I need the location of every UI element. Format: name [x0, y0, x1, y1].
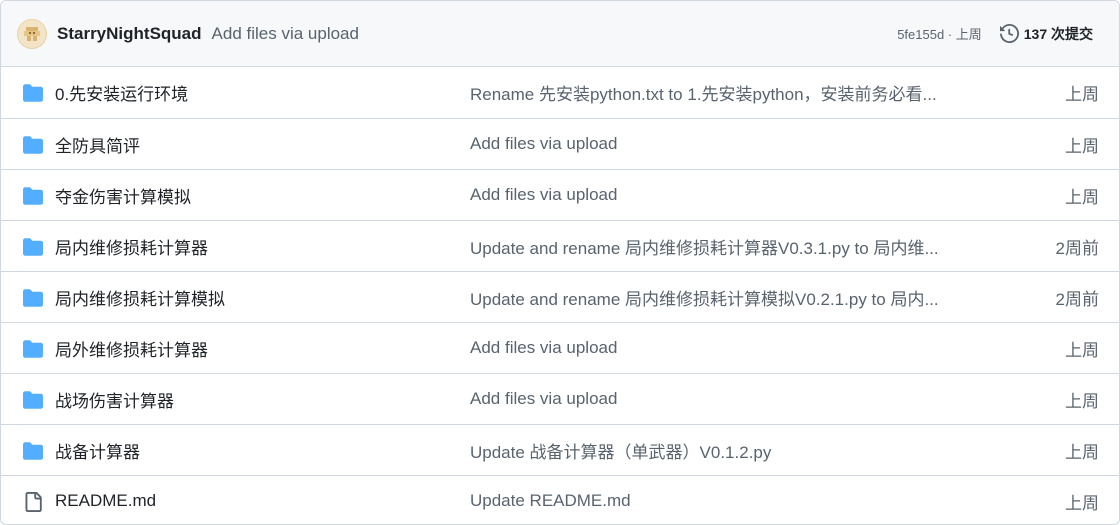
commit-message-link[interactable]: Add files via upload	[212, 24, 359, 44]
folder-icon	[23, 83, 43, 103]
commits-history-link[interactable]: 137 次提交	[999, 24, 1093, 44]
folder-icon	[23, 288, 43, 308]
file-row[interactable]: 局外维修损耗计算器 Add files via upload 上周	[1, 322, 1119, 373]
file-name-link[interactable]: 局内维修损耗计算器	[55, 234, 208, 259]
file-row[interactable]: 全防具简评 Add files via upload 上周	[1, 118, 1119, 169]
commit-message-link[interactable]: Add files via upload	[470, 134, 960, 154]
file-icon	[23, 492, 43, 512]
folder-icon	[23, 339, 43, 359]
commit-time: 上周	[1065, 340, 1099, 360]
folder-icon	[23, 237, 43, 257]
file-name-link[interactable]: 全防具简评	[55, 132, 140, 157]
commit-time: 2周前	[1055, 289, 1099, 309]
folder-icon	[23, 390, 43, 410]
file-list: 0.先安装运行环境 Rename 先安装python.txt to 1.先安装py…	[1, 67, 1119, 524]
file-name-link[interactable]: 局内维修损耗计算模拟	[55, 285, 225, 310]
file-row[interactable]: README.md Update README.md 上周	[1, 475, 1119, 524]
commit-message-link[interactable]: Rename 先安装python.txt to 1.先安装python，安装前务…	[470, 80, 960, 105]
commit-message-link[interactable]: Update and rename 局内维修损耗计算器V0.3.1.py to …	[470, 234, 960, 259]
file-name-link[interactable]: 局外维修损耗计算器	[55, 336, 208, 361]
file-name-link[interactable]: README.md	[55, 491, 156, 511]
commit-time: 上周	[1065, 136, 1099, 156]
commit-time: 上周	[1065, 187, 1099, 207]
folder-icon	[23, 186, 43, 206]
file-row[interactable]: 夺金伤害计算模拟 Add files via upload 上周	[1, 169, 1119, 220]
commit-message-link[interactable]: Add files via upload	[470, 185, 960, 205]
file-name-link[interactable]: 战备计算器	[55, 438, 140, 463]
commit-time: 上周	[1065, 85, 1099, 104]
avatar[interactable]	[17, 18, 47, 49]
commit-message-link[interactable]: Update and rename 局内维修损耗计算模拟V0.2.1.py to…	[470, 285, 960, 310]
history-icon	[999, 24, 1019, 43]
commit-time: 上周	[1065, 391, 1099, 411]
commit-time: 上周	[1065, 493, 1099, 513]
file-row[interactable]: 局内维修损耗计算模拟 Update and rename 局内维修损耗计算模拟V0…	[1, 271, 1119, 322]
file-name-link[interactable]: 战场伤害计算器	[55, 387, 174, 412]
file-browser: StarryNightSquad Add files via upload 5f…	[0, 0, 1120, 525]
commit-author-link[interactable]: StarryNightSquad	[57, 24, 202, 44]
commit-message-link[interactable]: Add files via upload	[470, 338, 960, 358]
file-row[interactable]: 局内维修损耗计算器 Update and rename 局内维修损耗计算器V0.3…	[1, 220, 1119, 271]
file-row[interactable]: 0.先安装运行环境 Rename 先安装python.txt to 1.先安装py…	[1, 67, 1119, 118]
folder-icon	[23, 441, 43, 461]
file-row[interactable]: 战场伤害计算器 Add files via upload 上周	[1, 373, 1119, 424]
folder-icon	[23, 135, 43, 155]
commit-time: 2周前	[1055, 238, 1099, 258]
commit-message-link[interactable]: Add files via upload	[470, 389, 960, 409]
commit-hash-time[interactable]: 5fe155d · 上周	[897, 24, 982, 43]
latest-commit-bar: StarryNightSquad Add files via upload 5f…	[1, 1, 1119, 67]
commits-count-label: 137 次提交	[1023, 25, 1093, 42]
file-name-link[interactable]: 夺金伤害计算模拟	[55, 183, 191, 208]
file-name-link[interactable]: 0.先安装运行环境	[55, 80, 188, 105]
commit-time: 上周	[1065, 442, 1099, 462]
avatar-icon	[24, 26, 40, 41]
file-row[interactable]: 战备计算器 Update 战备计算器（单武器）V0.1.2.py 上周	[1, 424, 1119, 475]
commit-message-link[interactable]: Update 战备计算器（单武器）V0.1.2.py	[470, 438, 960, 463]
commit-message-link[interactable]: Update README.md	[470, 491, 960, 511]
